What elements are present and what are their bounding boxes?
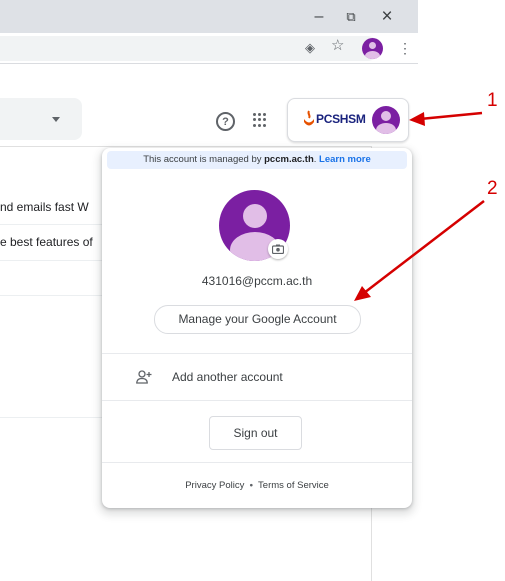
arrow-2 <box>354 200 485 301</box>
arrow-1 <box>409 111 483 126</box>
annotation-label-1: 1 <box>487 90 498 111</box>
annotation-overlay <box>354 111 485 301</box>
annotation-label-2: 2 <box>487 178 498 199</box>
